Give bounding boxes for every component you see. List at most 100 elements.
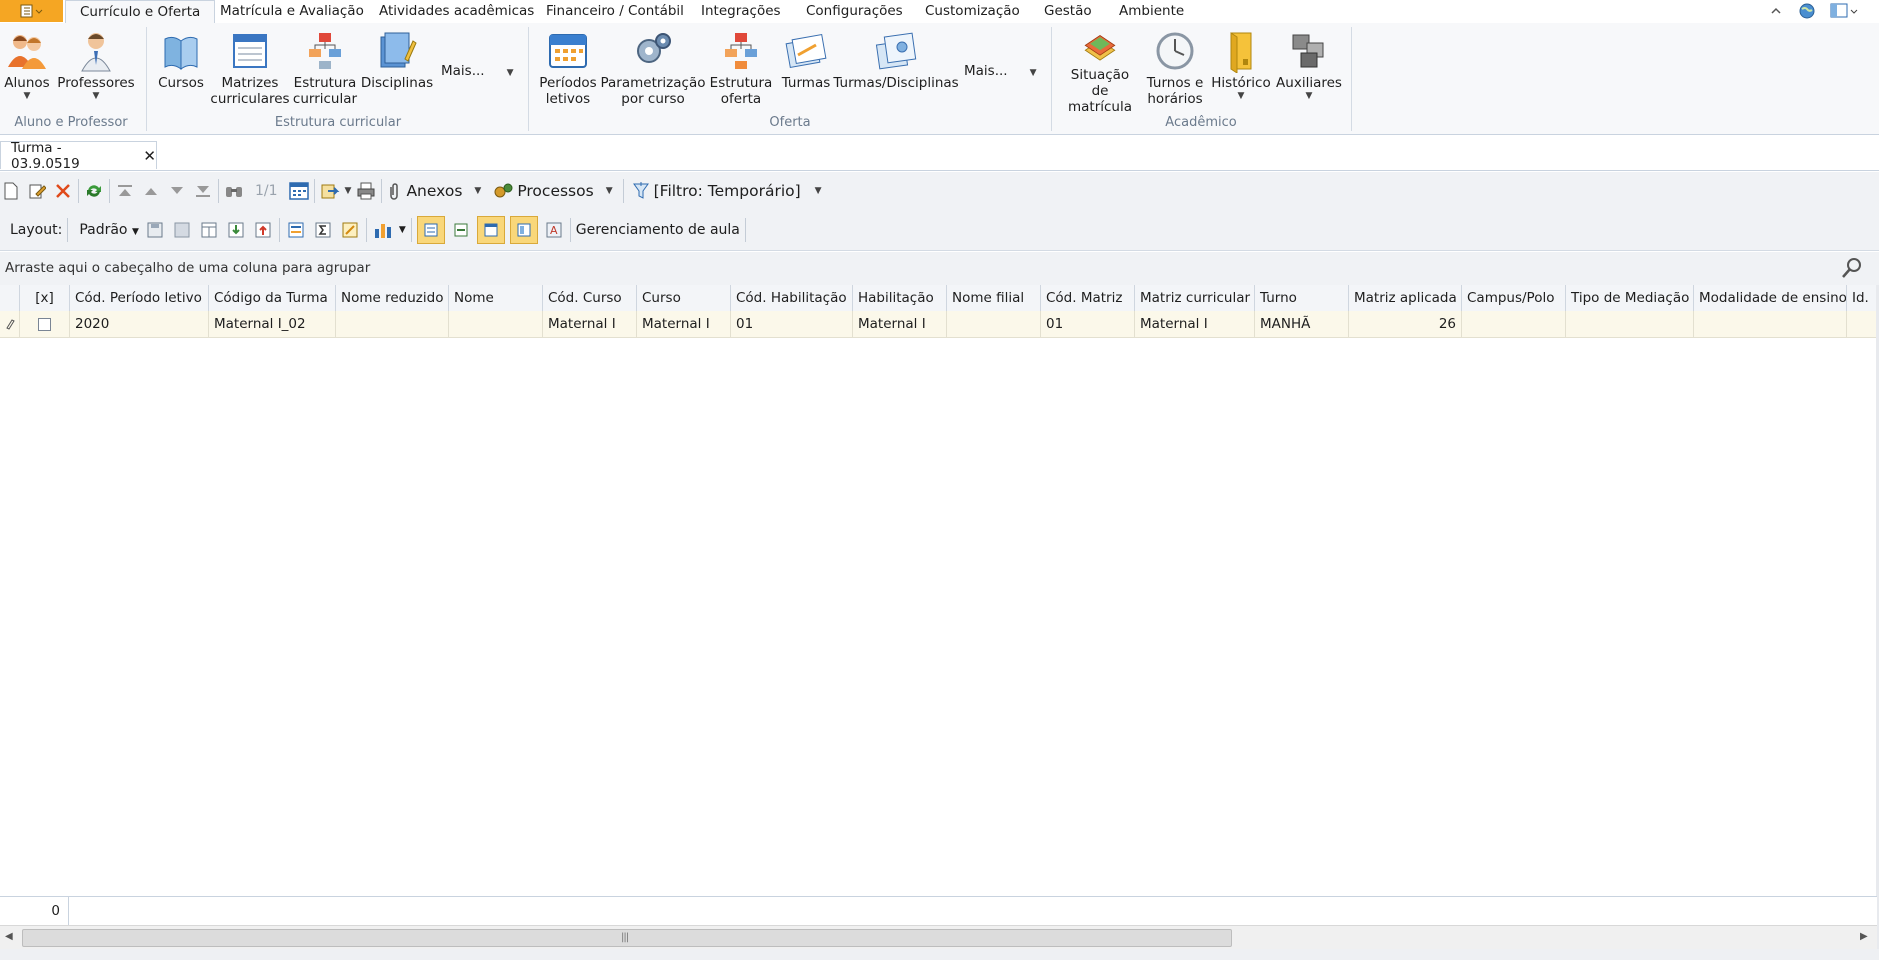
col-header-campus-polo[interactable]: Campus/Polo (1462, 285, 1566, 311)
layout-saveas-icon[interactable] (171, 219, 193, 241)
tab-ambiente[interactable]: Ambiente (1105, 0, 1198, 23)
collapse-ribbon-icon[interactable] (1768, 3, 1784, 23)
horizontal-scrollbar[interactable]: ◀ ||| ▶ (0, 925, 1877, 950)
cursos-button[interactable]: Cursos (156, 29, 206, 115)
font-icon[interactable]: A (543, 219, 565, 241)
search-icon[interactable] (1840, 256, 1864, 284)
processos-button[interactable]: Processos ▼ (493, 182, 613, 200)
dropdown-arrow-icon[interactable]: ▼ (345, 186, 352, 196)
cell-nome[interactable] (449, 311, 543, 337)
first-record-icon[interactable] (114, 180, 136, 202)
cell-modalidade-ensino[interactable] (1694, 311, 1847, 337)
col-header-codigo-turma[interactable]: Código da Turma (209, 285, 336, 311)
anexos-button[interactable]: Anexos ▼ (386, 182, 481, 200)
layout-columns-icon[interactable] (198, 219, 220, 241)
col-header-select[interactable]: [x] (20, 285, 70, 311)
cell-nome-filial[interactable] (947, 311, 1041, 337)
chart-icon[interactable] (372, 219, 394, 241)
group-panel-icon[interactable] (285, 219, 307, 241)
layout-save-icon[interactable] (144, 219, 166, 241)
col-header-matriz-aplicada[interactable]: Matriz aplicada (1349, 285, 1462, 311)
table-row[interactable]: 2020 Maternal I_02 Maternal I Maternal I… (0, 311, 1877, 338)
col-header-id[interactable]: Id. (1847, 285, 1877, 311)
col-header-cod-curso[interactable]: Cód. Curso (543, 285, 637, 311)
col-header-nome-reduzido[interactable]: Nome reduzido (336, 285, 449, 311)
cell-campus-polo[interactable] (1462, 311, 1566, 337)
calendar-view-icon[interactable] (288, 180, 310, 202)
print-icon[interactable] (355, 180, 377, 202)
estrutura-oferta-button[interactable]: Estrutura oferta (708, 29, 774, 115)
next-record-icon[interactable] (166, 180, 188, 202)
professores-button[interactable]: Professores ▼ (57, 29, 135, 115)
dropdown-arrow-icon[interactable]: ▼ (399, 225, 406, 235)
col-header-curso[interactable]: Curso (637, 285, 731, 311)
previous-record-icon[interactable] (140, 180, 162, 202)
mais-oferta-button[interactable]: Mais... ▼ (964, 63, 1037, 79)
col-header-nome-filial[interactable]: Nome filial (947, 285, 1041, 311)
estrutura-curricular-button[interactable]: Estrutura curricular (292, 29, 358, 115)
historico-button[interactable]: Histórico ▼ (1211, 29, 1271, 115)
parametrizacao-por-curso-button[interactable]: Parametrização por curso (601, 29, 706, 115)
edit-record-icon[interactable] (26, 180, 48, 202)
view-form-toggle-icon[interactable] (416, 215, 445, 244)
auxiliares-button[interactable]: Auxiliares ▼ (1276, 29, 1342, 115)
layout-select[interactable]: Padrão ▼ (79, 222, 139, 238)
col-header-cod-periodo-letivo[interactable]: Cód. Período letivo (70, 285, 209, 311)
turnos-horarios-button[interactable]: Turnos e horários (1144, 29, 1206, 115)
cell-matriz-aplicada[interactable]: 26 (1349, 311, 1462, 337)
scrollbar-thumb[interactable]: ||| (22, 929, 1232, 947)
cell-matriz-curricular[interactable]: Maternal I (1135, 311, 1255, 337)
tab-integracoes[interactable]: Integrações (687, 0, 795, 23)
tab-atividades-academicas[interactable]: Atividades acadêmicas (365, 0, 548, 23)
cell-cod-periodo-letivo[interactable]: 2020 (70, 311, 209, 337)
col-header-modalidade-ensino[interactable]: Modalidade de ensino (1694, 285, 1847, 311)
cell-curso[interactable]: Maternal I (637, 311, 731, 337)
layout-import-icon[interactable] (225, 219, 247, 241)
cell-turno[interactable]: MANHÃ (1255, 311, 1349, 337)
close-tab-icon[interactable]: ✕ (143, 147, 156, 165)
layout-export-icon[interactable] (252, 219, 274, 241)
view-split-icon[interactable] (450, 219, 472, 241)
col-header-nome[interactable]: Nome (449, 285, 543, 311)
new-record-icon[interactable] (0, 180, 22, 202)
turmas-disciplinas-button[interactable]: Turmas/Disciplinas (833, 29, 959, 115)
delete-record-icon[interactable] (52, 180, 74, 202)
binoculars-icon[interactable] (223, 180, 245, 202)
highlight-icon[interactable] (339, 219, 361, 241)
cell-codigo-turma[interactable]: Maternal I_02 (209, 311, 336, 337)
cell-habilitacao[interactable]: Maternal I (853, 311, 947, 337)
filtro-button[interactable]: [Filtro: Temporário] ▼ (632, 181, 822, 201)
col-header-turno[interactable]: Turno (1255, 285, 1349, 311)
tab-curriculo-oferta[interactable]: Currículo e Oferta (65, 0, 216, 24)
periodos-letivos-button[interactable]: Períodos letivos (538, 29, 598, 115)
tab-gestao[interactable]: Gestão (1030, 0, 1106, 23)
col-header-matriz-curricular[interactable]: Matriz curricular (1135, 285, 1255, 311)
window-layout-icon[interactable] (1829, 2, 1859, 24)
alunos-button[interactable]: Alunos ▼ (2, 29, 52, 115)
matrizes-curriculares-button[interactable]: Matrizes curriculares (210, 29, 290, 115)
turmas-button[interactable]: Turmas (780, 29, 832, 115)
tab-matricula-avaliacao[interactable]: Matrícula e Avaliação (206, 0, 378, 23)
scroll-left-icon[interactable]: ◀ (5, 931, 13, 942)
view-detail-toggle-icon[interactable] (509, 215, 538, 244)
col-header-tipo-mediacao[interactable]: Tipo de Mediação (1566, 285, 1694, 311)
col-header-cod-matriz[interactable]: Cód. Matriz (1041, 285, 1135, 311)
application-menu-button[interactable] (0, 0, 63, 22)
cell-nome-reduzido[interactable] (336, 311, 449, 337)
export-icon[interactable] (319, 180, 341, 202)
disciplinas-button[interactable]: Disciplinas (361, 29, 433, 115)
cell-cod-habilitacao[interactable]: 01 (731, 311, 853, 337)
scroll-right-icon[interactable]: ▶ (1860, 931, 1868, 942)
cell-cod-matriz[interactable]: 01 (1041, 311, 1135, 337)
gerenciamento-aula-button[interactable]: Gerenciamento de aula (576, 222, 740, 238)
tab-financeiro-contabil[interactable]: Financeiro / Contábil (532, 0, 698, 23)
sum-icon[interactable] (312, 219, 334, 241)
row-select-checkbox[interactable] (20, 311, 70, 337)
globe-icon[interactable] (1798, 2, 1816, 24)
cell-cod-curso[interactable]: Maternal I (543, 311, 637, 337)
situacao-matricula-button[interactable]: Situação de matrícula (1062, 29, 1138, 115)
last-record-icon[interactable] (192, 180, 214, 202)
mais-estrutura-button[interactable]: Mais... ▼ (441, 63, 514, 79)
cell-id[interactable] (1847, 311, 1877, 337)
group-by-panel[interactable]: Arraste aqui o cabeçalho de uma coluna p… (0, 252, 1879, 286)
